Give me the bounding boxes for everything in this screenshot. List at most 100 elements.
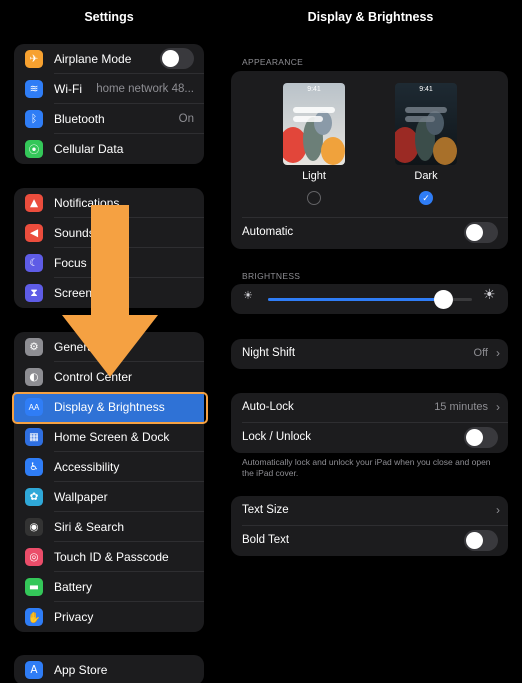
dark-wallpaper-graphic [395, 111, 457, 165]
brightness-slider-fill [268, 298, 444, 301]
sidebar-item-general[interactable]: ⚙ General [14, 332, 204, 362]
sidebar-title: Settings [84, 10, 134, 24]
sidebar-item-label: Airplane Mode [54, 52, 132, 66]
text-group: Text Size › Bold Text [231, 496, 508, 556]
chevron-right-icon: › [496, 400, 500, 414]
brightness-section-label: BRIGHTNESS [242, 271, 301, 281]
brightness-slider[interactable] [268, 290, 472, 309]
display-brightness-pane: Display & Brightness APPEARANCE 9:41 9:4… [219, 0, 522, 683]
sidebar-item-label: Privacy [54, 610, 94, 624]
appearance-section-label: APPEARANCE [242, 57, 304, 67]
lock-unlock-label: Lock / Unlock [242, 431, 312, 443]
siri-icon: ◉ [25, 518, 43, 536]
sidebar-item-touch-id-and-passcode[interactable]: ◎ Touch ID & Passcode [14, 542, 204, 572]
sidebar-item-focus[interactable]: ☾ Focus [14, 248, 204, 278]
wifi-icon: ≋ [25, 80, 43, 98]
settings-sidebar: Settings ✈ Airplane Mode ≋ Wi-Fi home networ… [0, 0, 218, 683]
bold-text-label: Bold Text [242, 534, 290, 546]
display-icon: AA [25, 398, 43, 416]
bluetooth-icon: ᛒ [25, 110, 43, 128]
checkmark-icon: ✓ [422, 192, 430, 203]
sidebar-item-wallpaper[interactable]: ✿ Wallpaper [14, 482, 204, 512]
sidebar-item-screen-time[interactable]: ⧗ Screen Time [14, 278, 204, 308]
light-preview-widget-bar [293, 116, 323, 122]
sidebar-item-display-and-brightness[interactable]: AA Display & Brightness [14, 392, 204, 422]
automatic-toggle[interactable] [464, 222, 498, 243]
hourglass-icon: ⧗ [25, 284, 43, 302]
sidebar-item-label: Control Center [54, 370, 133, 384]
dark-preview[interactable]: 9:41 [395, 83, 457, 165]
sounds-icon: ◀ [25, 224, 43, 242]
sidebar-item-label: Sounds [54, 226, 95, 240]
sidebar-group-notifications: ▲ Notifications ◀ Sounds ☾ Focus ⧗ Screen Time [14, 188, 204, 308]
bold-text-toggle[interactable] [464, 530, 498, 551]
sidebar-item-app-store[interactable]: A App Store [14, 655, 204, 683]
focus-icon: ☾ [25, 254, 43, 272]
light-preview-widget-bar [293, 107, 335, 113]
sidebar-item-cellular-data[interactable]: ⦿ Cellular Data [14, 134, 204, 164]
sidebar-item-wi-fi[interactable]: ≋ Wi-Fi home network 48... [14, 74, 204, 104]
brightness-group: ☀ ☀ [231, 284, 508, 314]
light-radio[interactable] [307, 191, 321, 205]
sidebar-item-siri-and-search[interactable]: ◉ Siri & Search [14, 512, 204, 542]
cellular-icon: ⦿ [25, 140, 43, 158]
sidebar-item-control-center[interactable]: ◐ Control Center [14, 362, 204, 392]
sidebar-item-label: General [54, 340, 97, 354]
dark-radio[interactable]: ✓ [419, 191, 433, 205]
sidebar-item-sounds[interactable]: ◀ Sounds [14, 218, 204, 248]
sidebar-group-general: ⚙ General ◐ Control Center AA Display & Brigh… [14, 332, 204, 632]
toggle-knob [466, 532, 483, 549]
sidebar-item-battery[interactable]: ▬ Battery [14, 572, 204, 602]
appearance-group: 9:41 9:41 Light Dark ✓ Automatic [231, 71, 508, 249]
battery-icon: ▬ [25, 578, 43, 596]
toggle-knob [466, 429, 483, 446]
sun-large-icon: ☀ [483, 287, 496, 303]
gear-icon: ⚙ [25, 338, 43, 356]
sidebar-item-privacy[interactable]: ✋ Privacy [14, 602, 204, 632]
sidebar-item-notifications[interactable]: ▲ Notifications [14, 188, 204, 218]
auto-lock-row[interactable]: Auto-Lock 15 minutes › [231, 393, 508, 423]
sidebar-item-label: Siri & Search [54, 520, 125, 534]
sidebar-group-connectivity: ✈ Airplane Mode ≋ Wi-Fi home network 48... ᛒ B… [14, 44, 204, 164]
sidebar-item-label: Bluetooth [54, 112, 105, 126]
sidebar-item-label: Wi-Fi [54, 82, 82, 96]
auto-lock-label: Auto-Lock [242, 401, 294, 413]
sidebar-item-accessibility[interactable]: ♿ Accessibility [14, 452, 204, 482]
dark-preview-widget-bar [405, 107, 447, 113]
night-shift-row[interactable]: Night Shift Off › [231, 339, 508, 369]
hand-icon: ✋ [25, 608, 43, 626]
sidebar-item-label: Accessibility [54, 460, 120, 474]
airplane-mode-toggle[interactable] [160, 48, 194, 69]
dark-preview-time: 9:41 [419, 86, 433, 93]
sidebar-item-label: Battery [54, 580, 93, 594]
text-size-label: Text Size [242, 504, 289, 516]
sidebar-item-bluetooth[interactable]: ᛒ Bluetooth On [14, 104, 204, 134]
sidebar-item-label: Wallpaper [54, 490, 108, 504]
light-wallpaper-graphic [283, 111, 345, 165]
light-preview[interactable]: 9:41 [283, 83, 345, 165]
brightness-slider-knob[interactable] [433, 290, 453, 309]
night-shift-group: Night Shift Off › [231, 339, 508, 369]
dark-preview-widget-bar [405, 116, 435, 122]
chevron-right-icon: › [496, 346, 500, 360]
light-label: Light [302, 170, 326, 182]
sidebar-item-label: Display & Brightness [54, 400, 165, 414]
sidebar-item-label: App Store [54, 663, 108, 677]
text-size-row[interactable]: Text Size › [231, 496, 508, 526]
toggle-knob [162, 50, 179, 67]
light-preview-time: 9:41 [307, 86, 321, 93]
notifications-icon: ▲ [25, 194, 43, 212]
sidebar-item-airplane-mode[interactable]: ✈ Airplane Mode [14, 44, 204, 74]
control-center-icon: ◐ [25, 368, 43, 386]
wallpaper-icon: ✿ [25, 488, 43, 506]
fingerprint-icon: ◎ [25, 548, 43, 566]
night-shift-label: Night Shift [242, 347, 296, 359]
sidebar-item-home-screen-and-dock[interactable]: ▦ Home Screen & Dock [14, 422, 204, 452]
home-screen-icon: ▦ [25, 428, 43, 446]
sidebar-item-label: Touch ID & Passcode [54, 550, 169, 564]
auto-lock-value: 15 minutes [434, 401, 488, 413]
lock-unlock-footnote: Automatically lock and unlock your iPad … [242, 457, 491, 478]
app-store-icon: A [25, 661, 43, 679]
lock-unlock-toggle[interactable] [464, 427, 498, 448]
page-title: Display & Brightness [307, 10, 434, 24]
